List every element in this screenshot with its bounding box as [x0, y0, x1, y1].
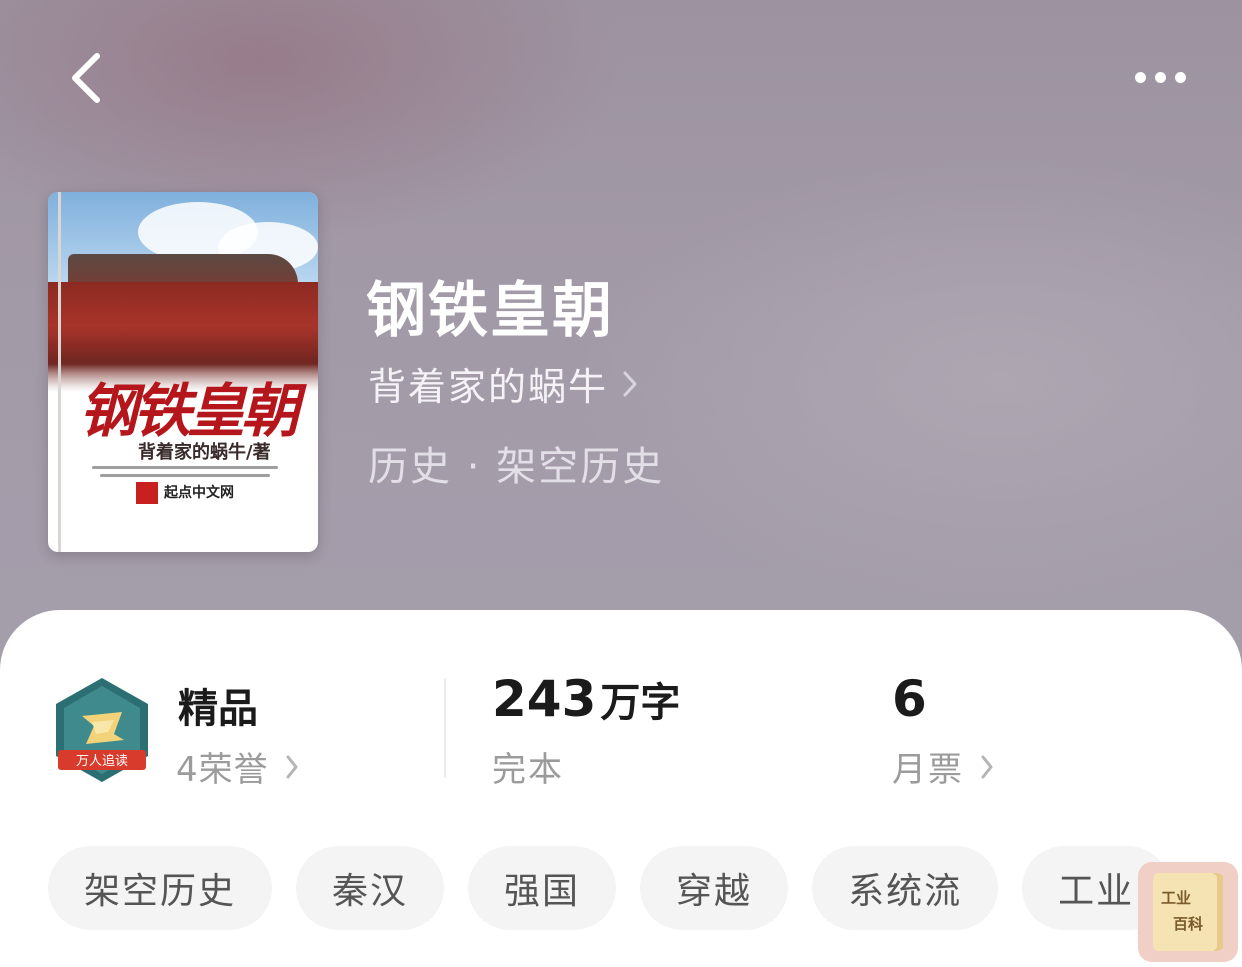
- chevron-right-icon: [981, 755, 993, 778]
- tag-chip[interactable]: 系统流: [812, 846, 999, 930]
- word-count-unit: 万字: [600, 680, 681, 726]
- honor-badge-icon[interactable]: 万人追读: [52, 676, 152, 784]
- honors-count: 4荣誉: [176, 750, 269, 790]
- tag-chip[interactable]: 强国: [468, 846, 617, 930]
- back-button[interactable]: [56, 48, 116, 108]
- cover-title: 钢铁皇朝: [78, 377, 299, 445]
- word-count: 243 万字: [492, 670, 680, 728]
- more-dots-icon: [1134, 71, 1146, 83]
- cover-author: 背着家的蜗牛/著: [138, 442, 271, 463]
- cover-publisher: 起点中文网: [164, 485, 234, 501]
- monthly-tickets-label: 月票: [892, 750, 964, 790]
- chevron-right-icon: [286, 755, 298, 778]
- badge-label: 万人追读: [76, 753, 128, 769]
- more-button[interactable]: [1120, 55, 1200, 99]
- watermark-line2: 百科: [1173, 915, 1204, 933]
- tag-chip[interactable]: 秦汉: [296, 846, 445, 930]
- watermark-logo: 工业 百科: [1138, 862, 1238, 962]
- honors-link[interactable]: 4荣誉: [176, 742, 299, 791]
- tag-list: 架空历史 秦汉 强国 穿越 系统流 工业: [48, 846, 1171, 930]
- quality-label: 精品: [178, 686, 258, 732]
- tag-chip[interactable]: 架空历史: [48, 846, 273, 930]
- author-name: 背着家的蜗牛: [368, 365, 609, 409]
- author-link[interactable]: 背着家的蜗牛: [368, 356, 638, 411]
- monthly-tickets-link[interactable]: 月票: [892, 742, 994, 791]
- book-icon: 工业 百科: [1153, 873, 1223, 951]
- word-count-value: 243: [492, 670, 597, 728]
- monthly-tickets-value: 6: [892, 670, 927, 728]
- book-title: 钢铁皇朝: [366, 276, 614, 346]
- divider: [444, 678, 446, 778]
- chevron-left-icon: [72, 53, 100, 103]
- completion-status: 完本: [492, 750, 564, 790]
- chevron-right-icon: [623, 371, 637, 396]
- book-genre: 历史 · 架空历史: [368, 444, 665, 490]
- watermark-line1: 工业: [1161, 889, 1192, 907]
- tag-chip[interactable]: 穿越: [640, 846, 789, 930]
- publisher-logo: [136, 482, 158, 504]
- book-cover[interactable]: 钢铁皇朝 背着家的蜗牛/著 起点中文网: [48, 192, 318, 552]
